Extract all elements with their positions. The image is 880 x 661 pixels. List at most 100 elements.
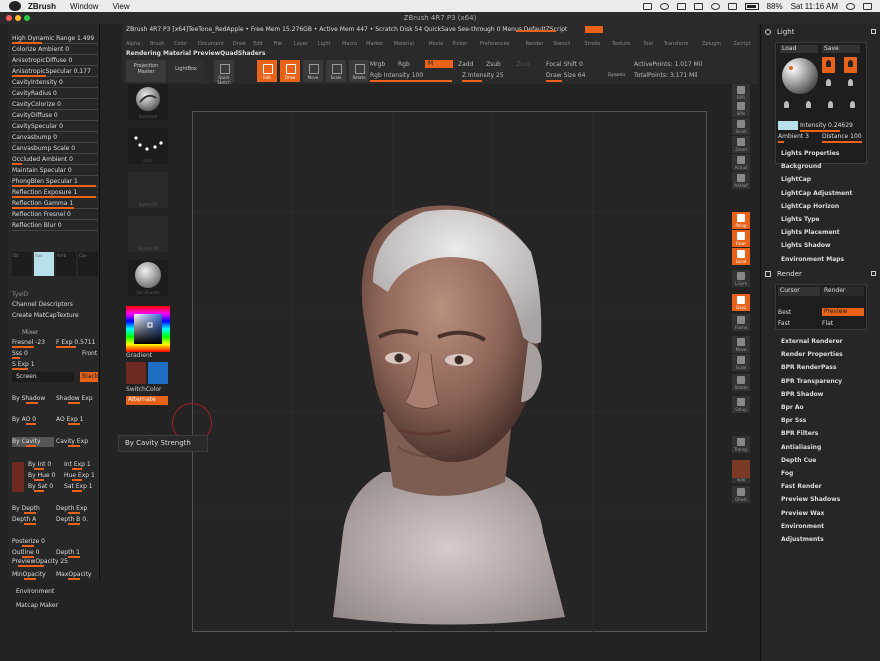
menu-brush[interactable]: Brush <box>150 41 164 47</box>
mrgb-button[interactable]: Mrgb <box>370 61 385 68</box>
matcap-maker-submenu[interactable]: Matcap Maker <box>16 602 58 609</box>
create-matcap-button[interactable]: Create MatCapTexture <box>12 311 98 321</box>
modifier-slider-13[interactable]: PhongBlen Specular 1 <box>12 177 98 187</box>
render-palette-title[interactable]: Render <box>777 270 802 278</box>
depth-a-slider[interactable]: Depth A <box>12 515 52 525</box>
shelf-actual-button[interactable]: Actual <box>732 154 750 171</box>
light-submenu-1[interactable]: Background <box>781 163 821 170</box>
menu-color[interactable]: Color <box>174 41 187 47</box>
light-5-icon[interactable] <box>784 101 789 108</box>
render-submenu-8[interactable]: Antialiasing <box>781 444 821 451</box>
modifier-slider-5[interactable]: CavityRadius 0 <box>12 89 98 99</box>
minimize-window-icon[interactable] <box>15 15 21 21</box>
menu-marker[interactable]: Marker <box>366 41 383 47</box>
distance-slider[interactable]: Distance 100 <box>822 133 862 140</box>
shelf-scale-button[interactable]: Scale <box>732 354 750 371</box>
menu-document[interactable]: Document <box>198 41 224 47</box>
document-canvas[interactable] <box>192 111 708 633</box>
render-submenu-1[interactable]: Render Properties <box>781 351 843 358</box>
menu-transform[interactable]: Transform <box>664 41 689 47</box>
modifier-slider-7[interactable]: CavityDiffuse 0 <box>12 111 98 121</box>
render-submenu-5[interactable]: Bpr Ao <box>781 404 804 411</box>
menu-material[interactable]: Material <box>394 41 414 47</box>
shelf-move-button[interactable]: Move <box>732 336 750 353</box>
wifi-icon[interactable] <box>710 2 720 10</box>
matcell-cav[interactable]: Cav <box>78 252 98 276</box>
shelf-persp-button[interactable]: Persp <box>732 212 750 229</box>
alternate-button[interactable]: Alternate <box>126 396 168 405</box>
light-submenu-4[interactable]: LightCap Horizon <box>781 203 839 210</box>
light-submenu-6[interactable]: Lights Placement <box>781 229 840 236</box>
draw-button[interactable]: Draw <box>280 60 300 82</box>
int-exp-slider[interactable]: Int Exp 1 <box>64 460 98 470</box>
scale-button[interactable]: Scale <box>326 60 346 82</box>
intensity-slider[interactable]: Intensity 0.24629 <box>800 122 853 129</box>
modifier-slider-11[interactable]: Occluded Ambient 0 <box>12 155 98 165</box>
cavity-exp-slider[interactable]: Cavity Exp <box>56 437 98 447</box>
by-depth-slider[interactable]: By Depth <box>12 504 52 514</box>
sat-exp-slider[interactable]: Sat Exp 1 <box>64 482 98 492</box>
light-2-icon[interactable] <box>844 57 857 73</box>
close-window-icon[interactable] <box>6 15 12 21</box>
render-submenu-6[interactable]: Bpr Sss <box>781 417 806 424</box>
matcell-dif[interactable]: Dif <box>12 252 32 276</box>
modifier-slider-8[interactable]: CavitySpecular 0 <box>12 122 98 132</box>
light-7-icon[interactable] <box>828 101 833 108</box>
alpha-selector[interactable]: Alpha Off <box>128 172 168 208</box>
menu-edit[interactable]: Edit <box>253 41 263 47</box>
best-render-button[interactable]: Best <box>778 309 791 316</box>
clock-icon[interactable] <box>659 2 669 10</box>
menu-stencil[interactable]: Stencil <box>553 41 570 47</box>
modifier-slider-6[interactable]: CavityColorize 0 <box>12 100 98 110</box>
modifier-slider-1[interactable]: Colorize Ambient 0 <box>12 45 98 55</box>
shelf-rotate-button[interactable]: Rotate <box>732 374 750 391</box>
shelf-local-button[interactable]: Local <box>732 248 750 265</box>
render-submenu-7[interactable]: BPR Filters <box>781 430 818 437</box>
menu-stroke[interactable]: Stroke <box>584 41 600 47</box>
render-submenu-13[interactable]: Preview Wax <box>781 510 824 517</box>
menu-layer[interactable]: Layer <box>294 41 308 47</box>
mixer-color-swatch[interactable] <box>12 462 24 492</box>
display-icon[interactable] <box>676 2 686 10</box>
menu-zscript[interactable]: Zscript <box>733 41 750 47</box>
render-submenu-11[interactable]: Fast Render <box>781 483 822 490</box>
by-cavity-slider[interactable]: By Cavity <box>12 437 54 447</box>
by-shadow-slider[interactable]: By Shadow <box>12 394 52 404</box>
texture-selector[interactable]: Texture Off <box>128 216 168 252</box>
render-button[interactable]: Render <box>822 287 864 296</box>
ambient-slider[interactable]: Ambient 3 <box>778 133 809 140</box>
modifier-slider-9[interactable]: Canvasbump 0 <box>12 133 98 143</box>
switchcolor-button[interactable]: SwitchColor <box>126 386 162 393</box>
m-button[interactable]: M <box>425 60 453 68</box>
light-submenu-7[interactable]: Lights Shadow <box>781 242 831 249</box>
spotlight-icon[interactable] <box>846 2 855 10</box>
render-palette-pin-icon[interactable] <box>871 271 876 276</box>
menu-draw[interactable]: Draw <box>233 41 246 47</box>
light-palette-title[interactable]: Light <box>777 28 794 36</box>
save-light-button[interactable]: Save <box>822 45 860 53</box>
modifier-slider-0[interactable]: High Dynamic Range 1.499 <box>12 34 98 44</box>
light-8-icon[interactable] <box>850 101 855 108</box>
flat-render-button[interactable]: Flat <box>822 320 833 327</box>
see-through-slider[interactable] <box>516 30 556 32</box>
volume-icon[interactable] <box>727 2 737 10</box>
light-3-icon[interactable] <box>826 79 831 86</box>
light-sphere[interactable] <box>780 56 820 96</box>
render-submenu-10[interactable]: Fog <box>781 470 793 477</box>
clock-text[interactable]: Sat 11:16 AM <box>791 2 838 11</box>
matcell-spe[interactable]: Spe <box>34 252 54 276</box>
modifier-slider-12[interactable]: Maintain Specular 0 <box>12 166 98 176</box>
main-color-swatch[interactable] <box>126 362 146 384</box>
shelf-scroll-button[interactable]: Scroll <box>732 118 750 135</box>
zcut-button[interactable]: Zcut <box>516 61 530 68</box>
light-1-icon[interactable] <box>822 57 835 73</box>
lightbox-button[interactable]: LightBox <box>168 60 204 82</box>
render-submenu-12[interactable]: Preview Shadows <box>781 496 840 503</box>
render-submenu-4[interactable]: BPR Shadow <box>781 391 823 398</box>
material-selector[interactable]: SkinShade4 <box>128 260 168 296</box>
modifier-slider-15[interactable]: Reflection Gamma 1 <box>12 199 98 209</box>
by-hue-slider[interactable]: By Hue 0 <box>28 471 56 481</box>
maxopacity-slider[interactable]: MaxOpacity <box>56 570 98 580</box>
focal-shift-slider[interactable]: Focal Shift 0 <box>546 61 583 68</box>
zadd-button[interactable]: Zadd <box>458 61 473 68</box>
